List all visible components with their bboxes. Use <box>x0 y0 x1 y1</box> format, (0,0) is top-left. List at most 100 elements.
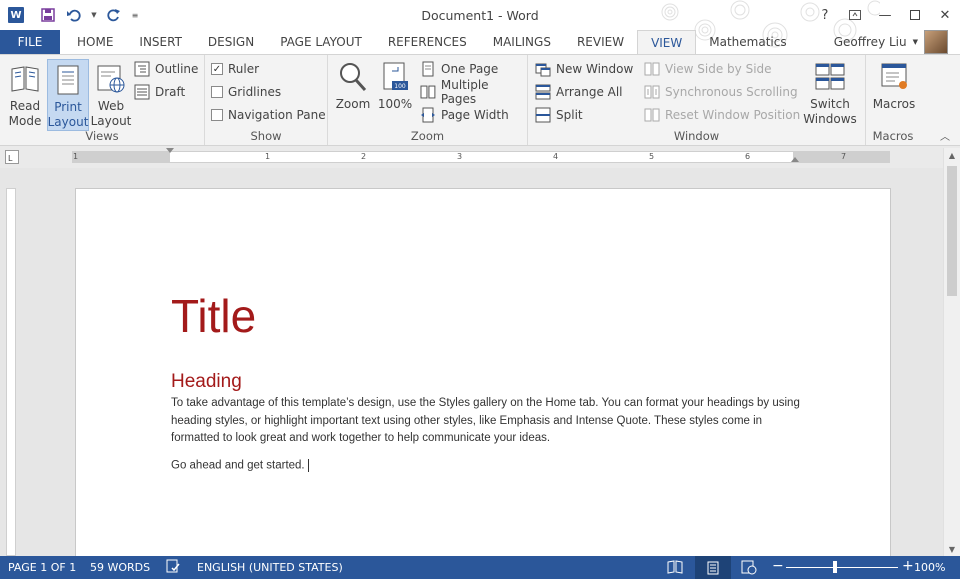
synchronous-scrolling-button[interactable]: Synchronous Scrolling <box>644 82 798 102</box>
new-window-button[interactable]: New Window <box>535 59 633 79</box>
view-side-by-side-button[interactable]: View Side by Side <box>644 59 772 79</box>
right-indent-marker[interactable] <box>791 157 799 162</box>
tab-file[interactable]: FILE <box>0 30 60 54</box>
arrange-all-button[interactable]: Arrange All <box>535 82 623 102</box>
multiple-pages-label: Multiple Pages <box>440 78 489 106</box>
magnifier-icon <box>340 63 367 92</box>
multiple-pages-icon <box>420 85 436 99</box>
gridlines-label: Gridlines <box>228 85 282 99</box>
document-paragraph-2-text: Go ahead and get started. <box>171 459 305 472</box>
proofing-icon[interactable] <box>166 559 180 576</box>
one-page-button[interactable]: One Page <box>420 59 498 79</box>
vertical-scrollbar[interactable]: ▲ ▼ <box>943 148 960 556</box>
zoom-100-label: 100% <box>377 97 413 111</box>
user-name: Geoffrey Liu <box>833 35 907 49</box>
gridlines-checkbox[interactable]: Gridlines <box>211 82 281 102</box>
window-group-label: Window <box>673 129 720 143</box>
tab-view[interactable]: VIEW <box>637 30 697 54</box>
zoom-in-button[interactable]: + <box>902 558 914 574</box>
tab-selector[interactable]: L <box>5 150 19 164</box>
macros-label: Macros <box>872 97 916 111</box>
switch-windows-button[interactable]: Switch Windows <box>796 59 864 127</box>
web-layout-view-icon[interactable] <box>741 559 757 575</box>
help-icon[interactable]: ? <box>810 4 840 26</box>
navigation-pane-checkbox[interactable]: Navigation Pane <box>211 105 326 125</box>
horizontal-ruler[interactable]: 1 1 2 3 4 5 6 7 <box>72 148 890 163</box>
tab-mailings[interactable]: MAILINGS <box>480 30 564 54</box>
maximize-button[interactable] <box>900 4 930 26</box>
minimize-button[interactable]: — <box>870 4 900 26</box>
zoom-slider-thumb[interactable] <box>833 561 837 573</box>
read-mode-view-icon[interactable] <box>667 559 683 575</box>
indent-marker[interactable] <box>166 148 174 153</box>
document-page[interactable]: Title Heading To take advantage of this … <box>75 188 891 568</box>
status-bar: PAGE 1 OF 1 59 WORDS ENGLISH (UNITED STA… <box>0 556 960 579</box>
zoom-button[interactable]: Zoom <box>332 59 374 112</box>
arrange-all-icon <box>535 84 551 100</box>
outline-button[interactable]: Outline <box>134 59 198 79</box>
document-paragraph[interactable]: To take advantage of this template’s des… <box>171 395 811 448</box>
document-paragraph-2[interactable]: Go ahead and get started. <box>171 459 309 472</box>
scroll-thumb[interactable] <box>947 166 957 296</box>
close-button[interactable]: ✕ <box>930 4 960 26</box>
read-mode-button[interactable]: Read Mode <box>4 59 46 129</box>
web-layout-button[interactable]: Web Layout <box>90 59 132 129</box>
tab-home[interactable]: HOME <box>64 30 126 54</box>
zoom-out-button[interactable]: − <box>772 558 784 574</box>
ruler-label: Ruler <box>228 62 260 76</box>
tab-references[interactable]: REFERENCES <box>375 30 480 54</box>
split-button[interactable]: Split <box>535 105 583 125</box>
ruler-number: 5 <box>649 152 655 161</box>
zoom-100-button[interactable]: 100 100% <box>375 59 415 112</box>
scroll-down-icon[interactable]: ▼ <box>944 542 960 556</box>
multiple-pages-button[interactable]: Multiple Pages <box>420 78 527 106</box>
macros-button[interactable]: Macros <box>870 59 918 112</box>
language[interactable]: ENGLISH (UNITED STATES) <box>197 561 343 574</box>
outline-label: Outline <box>155 62 199 76</box>
document-heading[interactable]: Heading <box>171 371 242 393</box>
user-account[interactable]: Geoffrey Liu ▼ <box>834 30 948 54</box>
zoom-label: Zoom <box>335 97 371 111</box>
read-mode-icon <box>11 66 39 92</box>
zoom-level[interactable]: 100% <box>914 561 945 574</box>
split-icon <box>535 107 551 123</box>
print-layout-button[interactable]: Print Layout <box>47 59 89 131</box>
window-group: New Window Arrange All Split View Side b… <box>528 55 866 145</box>
ribbon-display-options-icon[interactable] <box>840 4 870 26</box>
switch-windows-label: Switch Windows <box>803 97 857 126</box>
print-layout-label: Print Layout <box>47 100 89 129</box>
synchronous-scrolling-label: Synchronous Scrolling <box>665 85 798 99</box>
document-area: Title Heading To take advantage of this … <box>0 168 943 568</box>
print-layout-view-icon[interactable] <box>695 556 731 579</box>
tab-design[interactable]: DESIGN <box>195 30 267 54</box>
ruler-number: 2 <box>361 152 367 161</box>
one-page-label: One Page <box>441 62 499 76</box>
draft-icon <box>134 84 150 100</box>
macros-icon <box>881 63 907 89</box>
user-dropdown-icon: ▼ <box>912 38 918 46</box>
tab-mathematics[interactable]: Mathematics <box>696 30 799 54</box>
vertical-ruler[interactable] <box>6 188 16 556</box>
ruler-left-margin <box>73 152 170 162</box>
collapse-ribbon-icon[interactable]: ︿ <box>940 128 950 143</box>
tab-page-layout[interactable]: PAGE LAYOUT <box>267 30 375 54</box>
ruler-number: 7 <box>841 152 847 161</box>
scroll-up-icon[interactable]: ▲ <box>944 148 960 162</box>
zoom-slider[interactable] <box>786 567 898 568</box>
reset-window-position-button[interactable]: Reset Window Position <box>644 105 800 125</box>
show-group-label: Show <box>250 129 282 143</box>
gridlines-check-icon <box>211 86 223 98</box>
word-count[interactable]: 59 WORDS <box>90 561 150 574</box>
ribbon: Read Mode Print Layout Web Layout Outlin… <box>0 54 960 146</box>
document-title[interactable]: Title <box>171 289 256 343</box>
ruler-checkbox[interactable]: ✓ Ruler <box>211 59 259 79</box>
page-width-icon <box>421 107 435 123</box>
zoom-100-icon: 100 <box>383 62 408 90</box>
views-group: Read Mode Print Layout Web Layout Outlin… <box>0 55 205 145</box>
tab-insert[interactable]: INSERT <box>126 30 195 54</box>
page-width-button[interactable]: Page Width <box>420 105 509 125</box>
page-count[interactable]: PAGE 1 OF 1 <box>8 561 76 574</box>
ruler-number: 3 <box>457 152 463 161</box>
draft-button[interactable]: Draft <box>134 82 185 102</box>
tab-review[interactable]: REVIEW <box>564 30 637 54</box>
